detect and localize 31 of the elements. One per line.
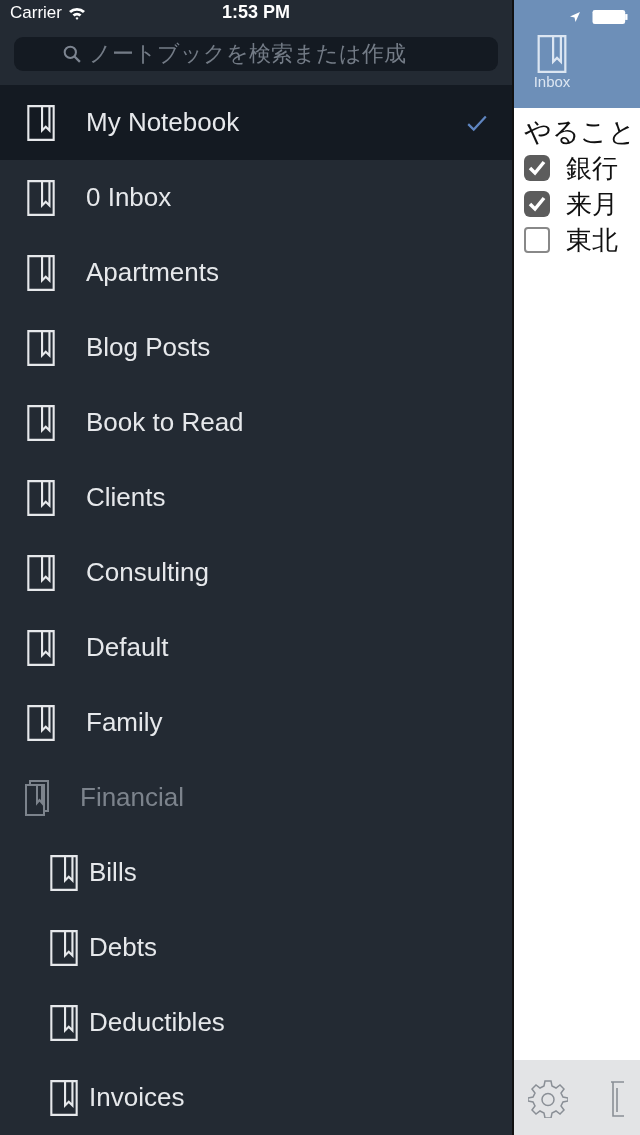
- carrier-label: Carrier: [10, 2, 62, 23]
- status-time: 1:53 PM: [222, 2, 290, 24]
- notebook-item[interactable]: Blog Posts: [0, 310, 512, 385]
- wifi-icon: [67, 5, 86, 20]
- checkmark-icon: [466, 113, 488, 132]
- notebook-item[interactable]: Deductibles: [0, 985, 512, 1060]
- search-field[interactable]: ノートブックを検索または作成: [14, 36, 498, 71]
- stack-item[interactable]: Financial: [0, 760, 512, 835]
- settings-icon: [528, 1077, 568, 1118]
- location-icon: [570, 12, 580, 22]
- todo-text: 東北: [566, 223, 618, 257]
- checkbox[interactable]: [524, 155, 550, 181]
- notebook-item[interactable]: Invoices: [0, 1060, 512, 1135]
- notebook-item[interactable]: Bills: [0, 835, 512, 910]
- todo-text: 銀行: [566, 151, 618, 185]
- notebook-item[interactable]: Book to Read: [0, 385, 512, 460]
- battery-icon: [590, 10, 630, 24]
- notebook-item[interactable]: Default: [0, 610, 512, 685]
- notebook-item[interactable]: Clients: [0, 460, 512, 535]
- todo-text: 来月: [566, 187, 618, 221]
- note-title: やること: [524, 115, 637, 149]
- notebook-icon: [536, 34, 568, 74]
- notebook-item[interactable]: 0 Inbox: [0, 160, 512, 235]
- checkbox[interactable]: [524, 227, 550, 253]
- notebook-item[interactable]: Family: [0, 685, 512, 760]
- notebook-item[interactable]: My Notebook: [0, 85, 512, 160]
- notebook-item[interactable]: Consulting: [0, 535, 512, 610]
- checkbox[interactable]: [524, 191, 550, 217]
- notebook-item[interactable]: Apartments: [0, 235, 512, 310]
- notebook-item[interactable]: Debts: [0, 910, 512, 985]
- search-icon: [63, 44, 81, 63]
